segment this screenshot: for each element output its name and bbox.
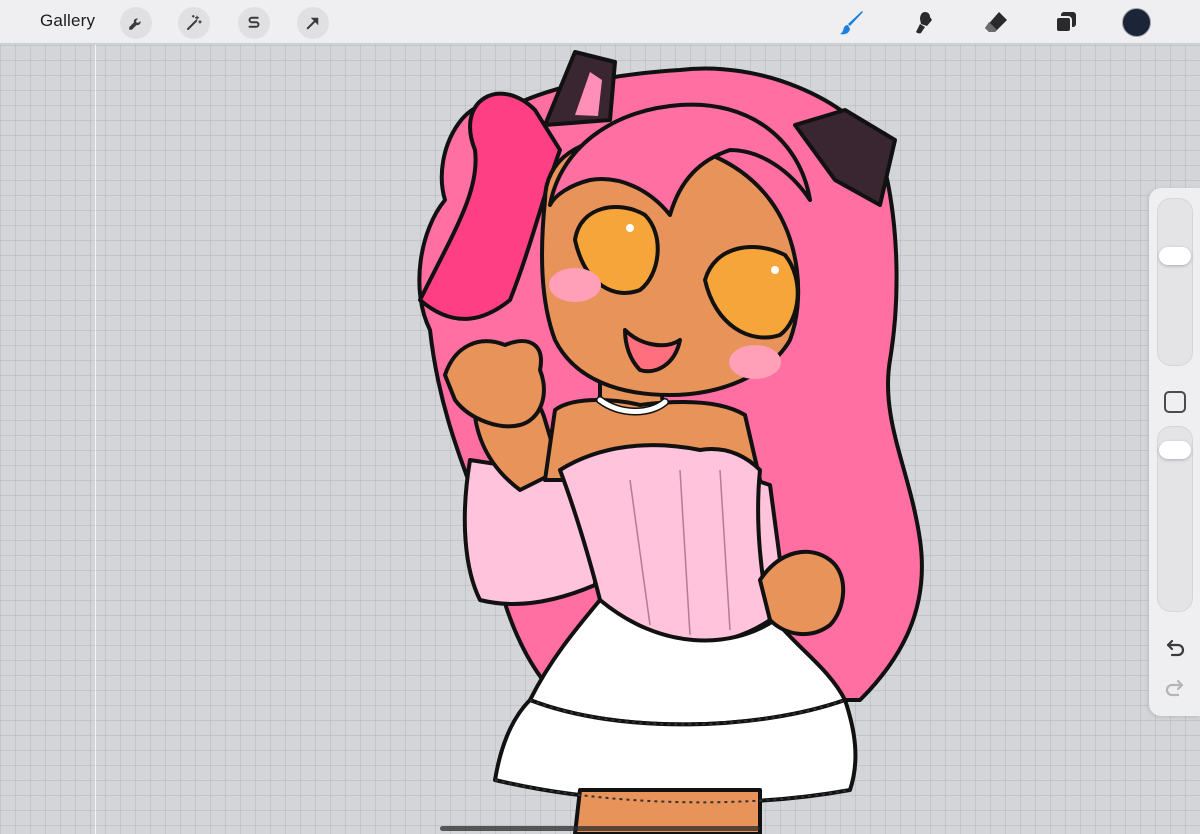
selection-icon[interactable] <box>238 7 270 39</box>
color-picker-swatch[interactable] <box>1122 8 1151 37</box>
eye-left-highlight <box>626 224 634 232</box>
redo-icon[interactable] <box>1163 676 1187 700</box>
magic-wand-icon[interactable] <box>178 7 210 39</box>
blush-left <box>549 268 601 302</box>
eraser-icon[interactable] <box>980 7 1012 39</box>
side-panel <box>1149 188 1200 716</box>
brush-opacity-thumb[interactable] <box>1159 441 1191 460</box>
square-icon[interactable] <box>1164 391 1186 413</box>
drawing-canvas[interactable] <box>0 45 1200 834</box>
layers-icon[interactable] <box>1050 7 1082 39</box>
transform-arrow-icon[interactable] <box>297 7 329 39</box>
gallery-button[interactable]: Gallery <box>40 11 95 31</box>
blush-right <box>729 345 781 379</box>
brush-icon[interactable] <box>836 7 868 39</box>
brush-size-thumb[interactable] <box>1159 247 1191 266</box>
top-toolbar: Gallery <box>0 0 1200 44</box>
eye-right-highlight <box>771 266 779 274</box>
wrench-icon[interactable] <box>120 7 152 39</box>
undo-icon[interactable] <box>1163 636 1187 660</box>
hand-right <box>758 549 846 637</box>
home-indicator[interactable] <box>440 826 760 831</box>
smudge-icon[interactable] <box>908 7 940 39</box>
character-illustration <box>417 50 924 834</box>
brush-size-slider[interactable] <box>1157 198 1193 366</box>
